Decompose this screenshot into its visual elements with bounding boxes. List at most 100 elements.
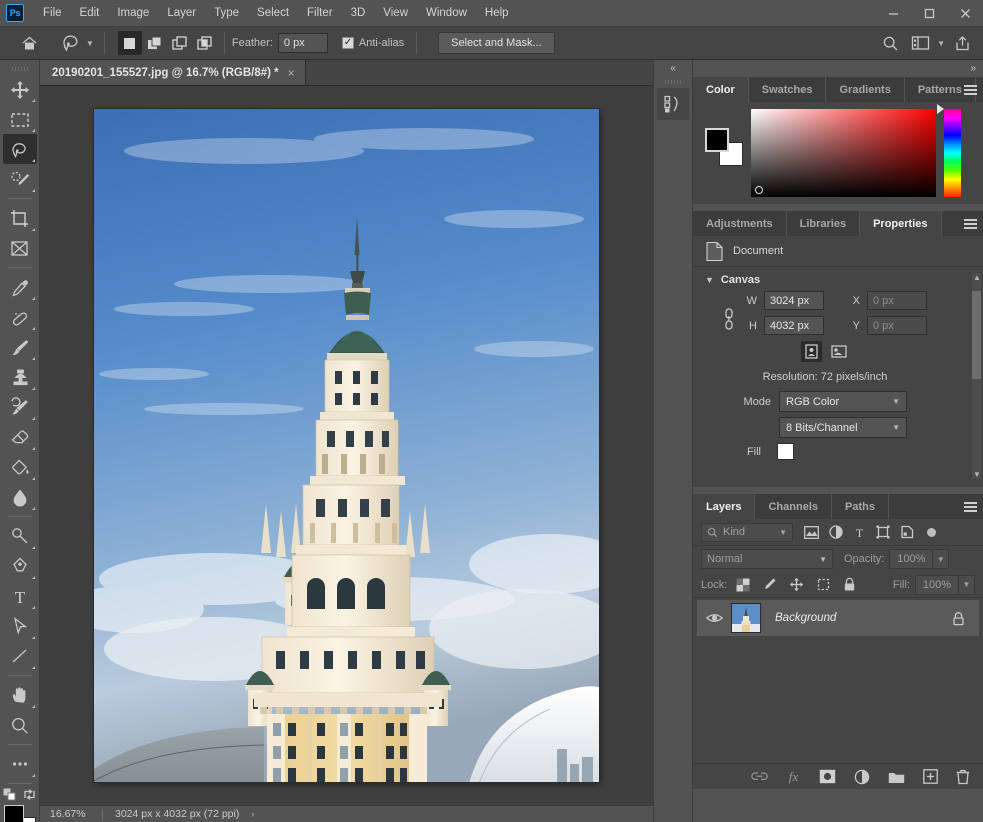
intersect-with-selection-button[interactable] (192, 31, 217, 55)
color-field[interactable] (751, 109, 936, 197)
fill-value[interactable]: 100% (915, 574, 959, 595)
landscape-orientation-button[interactable] (828, 341, 849, 362)
default-colors-icon[interactable] (3, 788, 16, 801)
type-tool[interactable]: T (3, 581, 37, 611)
canvas-section-header[interactable]: ▼ Canvas (693, 267, 983, 291)
expand-panels-icon[interactable]: « (654, 60, 692, 77)
move-tool[interactable] (3, 74, 37, 104)
blend-mode-select[interactable]: Normal ▼ (701, 549, 833, 569)
bit-depth-select[interactable]: 8 Bits/Channel ▼ (779, 417, 907, 438)
lock-image-pixels-icon[interactable] (762, 577, 777, 592)
menu-item-edit[interactable]: Edit (71, 3, 109, 23)
workspace-icon[interactable] (907, 30, 933, 56)
feather-input[interactable] (277, 33, 328, 53)
line-tool[interactable] (3, 641, 37, 671)
foreground-color-swatch[interactable] (3, 805, 24, 822)
image-canvas[interactable] (94, 109, 599, 782)
select-and-mask-button[interactable]: Select and Mask... (438, 32, 555, 54)
color-swatches[interactable] (3, 804, 37, 822)
path-selection-tool[interactable] (3, 611, 37, 641)
tab-adjustments[interactable]: Adjustments (693, 211, 787, 236)
tab-swatches[interactable]: Swatches (748, 77, 827, 102)
menu-item-3d[interactable]: 3D (342, 3, 375, 23)
properties-scrollbar[interactable]: ▲ ▼ (972, 273, 981, 479)
history-brush-tool[interactable] (3, 392, 37, 422)
marquee-tool[interactable] (3, 104, 37, 134)
menu-item-layer[interactable]: Layer (158, 3, 205, 23)
tab-properties[interactable]: Properties (860, 211, 942, 236)
lock-position-icon[interactable] (789, 577, 804, 592)
hand-tool[interactable] (3, 680, 37, 710)
tab-gradients[interactable]: Gradients (826, 77, 905, 102)
clone-stamp-tool[interactable] (3, 362, 37, 392)
hue-slider[interactable] (937, 104, 961, 197)
status-menu-arrow-icon[interactable]: › (251, 809, 254, 819)
close-button[interactable] (947, 0, 983, 27)
menu-item-file[interactable]: File (34, 3, 71, 23)
dodge-tool[interactable] (3, 521, 37, 551)
color-mode-select[interactable]: RGB Color ▼ (779, 391, 907, 412)
height-input[interactable]: 4032 px (764, 316, 824, 335)
layer-thumbnail[interactable] (731, 603, 761, 633)
pixel-filter-icon[interactable] (804, 525, 819, 539)
layer-style-fx-icon[interactable]: fx (786, 769, 801, 784)
layer-visibility-icon[interactable] (697, 612, 731, 624)
search-icon[interactable] (877, 30, 903, 56)
chevron-down-icon[interactable]: ▼ (937, 39, 945, 48)
brush-tool[interactable] (3, 332, 37, 362)
y-input[interactable]: 0 px (867, 316, 927, 335)
menu-item-select[interactable]: Select (248, 3, 298, 23)
edit-toolbar-tool[interactable] (3, 749, 37, 779)
quick-selection-tool[interactable] (3, 164, 37, 194)
menu-item-image[interactable]: Image (108, 3, 158, 23)
spot-healing-brush-tool[interactable] (3, 302, 37, 332)
document-tab[interactable]: 20190201_155527.jpg @ 16.7% (RGB/8#) * × (40, 60, 306, 85)
opacity-value[interactable]: 100% (889, 549, 934, 569)
new-layer-icon[interactable] (923, 769, 938, 784)
eyedropper-tool[interactable] (3, 272, 37, 302)
crop-tool[interactable] (3, 203, 37, 233)
menu-item-type[interactable]: Type (205, 3, 248, 23)
lock-artboard-icon[interactable] (816, 577, 831, 592)
swap-colors-icon[interactable] (23, 788, 36, 801)
anti-alias-control[interactable]: ✓ Anti-alias (341, 37, 409, 49)
color-panel-swatches[interactable] (701, 126, 743, 166)
menu-item-help[interactable]: Help (476, 3, 518, 23)
layer-name[interactable]: Background (775, 612, 836, 624)
canvas-viewport[interactable] (40, 86, 653, 805)
blur-tool[interactable] (3, 482, 37, 512)
tab-layers[interactable]: Layers (693, 494, 756, 519)
lock-all-icon[interactable] (843, 577, 856, 592)
share-icon[interactable] (949, 30, 975, 56)
lock-transparent-pixels-icon[interactable] (736, 578, 750, 592)
scroll-up-icon[interactable]: ▲ (973, 273, 981, 282)
toolbar-grip[interactable] (0, 64, 39, 74)
adjustment-filter-icon[interactable] (829, 525, 843, 539)
tab-channels[interactable]: Channels (755, 494, 832, 519)
anti-alias-checkbox[interactable]: ✓ (341, 37, 354, 49)
chevron-down-icon[interactable]: ▼ (705, 275, 714, 285)
x-input[interactable]: 0 px (867, 291, 927, 310)
new-group-icon[interactable] (888, 770, 905, 784)
frame-tool[interactable] (3, 233, 37, 263)
pen-tool[interactable] (3, 551, 37, 581)
gradient-tool[interactable] (3, 452, 37, 482)
zoom-level[interactable]: 16.67% (40, 808, 102, 820)
new-adjustment-layer-icon[interactable] (854, 769, 870, 785)
menu-item-filter[interactable]: Filter (298, 3, 342, 23)
tab-paths[interactable]: Paths (832, 494, 889, 519)
eraser-tool[interactable] (3, 422, 37, 452)
scroll-down-icon[interactable]: ▼ (973, 470, 981, 479)
fill-stepper-icon[interactable]: ▼ (959, 574, 975, 595)
link-layers-icon[interactable] (751, 770, 768, 783)
panel-menu-icon[interactable] (964, 211, 977, 236)
fill-color-swatch[interactable] (777, 443, 794, 460)
width-input[interactable]: 3024 px (764, 291, 824, 310)
filter-toggle-icon[interactable] (927, 527, 936, 537)
collapse-panels-icon[interactable]: » (693, 60, 983, 77)
add-layer-mask-icon[interactable] (819, 769, 836, 784)
smart-object-filter-icon[interactable] (900, 525, 914, 539)
tool-preset-picker[interactable]: ▼ (58, 31, 97, 55)
panel-menu-icon[interactable] (964, 77, 977, 102)
type-filter-icon[interactable]: T (853, 526, 866, 539)
